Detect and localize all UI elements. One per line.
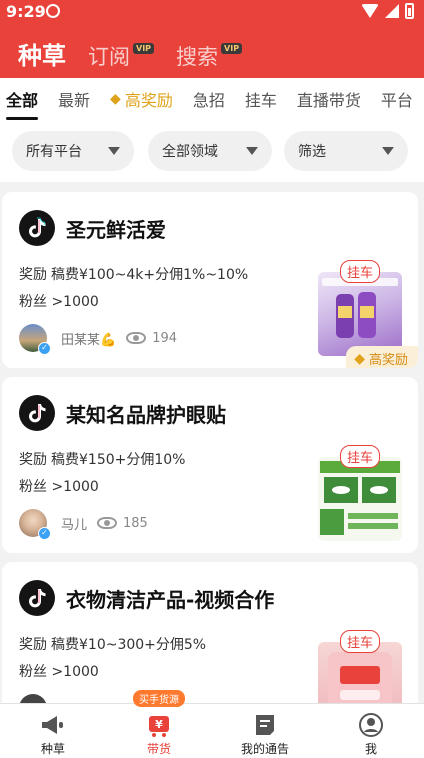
card-title: 圣元鲜活爱 [66,218,166,242]
category-tabs: 全部 最新 ◆ 高奖励 急招 挂车 直播带货 平台 [0,78,424,120]
document-icon [251,712,279,738]
fans-requirement: 粉丝 >1000 [19,294,99,310]
megaphone-icon [39,712,67,738]
reward-label: 奖励 [19,637,47,653]
bottom-nav: 种草 买手货源 ¥ 带货 我的通告 我 [0,690,424,758]
nav-daihuo[interactable]: 买手货源 ¥ 带货 [106,690,212,758]
filter-label: 全部领域 [162,144,218,160]
cart-tag: 挂车 [339,260,380,283]
user-icon [357,712,385,738]
diamond-icon: ◆ [354,350,365,367]
tiktok-logo-icon [19,580,55,616]
nav-me[interactable]: 我 [318,704,424,758]
status-bar: 9:29 [0,0,424,24]
category-tab-all[interactable]: 全部 [0,87,48,120]
wifi-icon [361,4,379,18]
reward-label: 奖励 [19,267,47,283]
tiktok-logo-icon [19,210,55,246]
more-filter[interactable]: 筛选 [284,131,408,171]
header-tab-label: 搜索 [176,45,219,69]
publisher-row: ✓ 马儿 185 [19,509,148,540]
category-tab-platform[interactable]: 平台 [371,87,423,111]
product-image [318,457,402,541]
nav-label: 我 [364,742,377,756]
nav-label: 种草 [40,742,65,756]
category-tab-label: 高奖励 [124,91,173,110]
signal-icon [385,4,399,18]
filter-bar: 所有平台 全部领域 筛选 [0,120,424,182]
cart-yuan-icon: ¥ [145,712,173,738]
cart-tag: 挂车 [339,445,380,468]
publisher-name: 马儿 [61,517,88,533]
product-image [318,272,402,356]
header-tab-label: 种草 [18,42,66,70]
fans-requirement: 粉丝 >1000 [19,664,99,680]
header-tab-zhongcao[interactable]: 种草 [18,36,66,71]
app-header: 9:29 种草 订阅 VIP 搜索 VIP [0,0,424,78]
high-reward-tag: ◆ 高奖励 [346,346,418,368]
task-card[interactable]: 衣物清洁产品-视频合作 奖励 稿费¥10~300+分佣5% 粉丝 >1000 挂车 [2,562,418,712]
status-icons [361,3,414,19]
clock-icon [46,4,60,18]
vip-badge: VIP [221,43,243,54]
avatar: ✓ [19,509,51,540]
filter-label: 筛选 [298,144,326,160]
diamond-icon: ◆ [110,91,121,107]
publisher-row: ✓ 田某某💪 194 [19,324,178,355]
avatar: ✓ [19,324,51,355]
card-title: 某知名品牌护眼贴 [66,403,226,427]
vip-badge: VIP [133,43,155,54]
category-tab-live[interactable]: 直播带货 [287,87,371,111]
tiktok-logo-icon [19,395,55,431]
high-reward-label: 高奖励 [368,353,408,368]
view-count: 194 [152,330,178,346]
caret-down-icon [382,147,394,155]
reward-line: 奖励 稿费¥10~300+分佣5% [19,634,206,654]
task-card[interactable]: 某知名品牌护眼贴 奖励 稿费¥150+分佣10% 粉丝 >1000 ✓ 马儿 18… [2,377,418,553]
status-time: 9:29 [6,2,46,21]
platform-filter[interactable]: 所有平台 [12,131,134,171]
category-tab-urgent[interactable]: 急招 [183,87,235,111]
verified-icon: ✓ [38,527,51,540]
reward-line: 奖励 稿费¥150+分佣10% [19,449,185,469]
battery-icon [405,3,414,19]
eye-icon [126,332,147,344]
caret-down-icon [246,147,258,155]
reward-label: 奖励 [19,452,47,468]
header-tab-subscribe[interactable]: 订阅 VIP [88,41,155,71]
category-tab-high-reward[interactable]: ◆ 高奖励 [100,87,183,111]
buyer-supply-badge: 买手货源 [133,690,185,707]
category-tab-latest[interactable]: 最新 [48,87,100,111]
header-tabs: 种草 订阅 VIP 搜索 VIP [18,36,243,71]
nav-label: 带货 [146,742,171,756]
nav-my-notices[interactable]: 我的通告 [212,704,318,758]
reward-line: 奖励 稿费¥100~4k+分佣1%~10% [19,264,248,284]
nav-zhongcao[interactable]: 种草 [0,704,106,758]
publisher-name: 田某某💪 [61,332,117,348]
task-card[interactable]: 圣元鲜活爱 奖励 稿费¥100~4k+分佣1%~10% 粉丝 >1000 ✓ 田某… [2,192,418,368]
fans-requirement: 粉丝 >1000 [19,479,99,495]
header-tab-search[interactable]: 搜索 VIP [176,41,243,71]
nav-label: 我的通告 [240,742,289,756]
header-tab-label: 订阅 [88,45,130,69]
verified-icon: ✓ [38,342,51,355]
reward-value: 稿费¥10~300+分佣5% [51,637,207,653]
filter-label: 所有平台 [26,144,82,160]
cart-tag: 挂车 [339,630,380,653]
card-title: 衣物清洁产品-视频合作 [66,588,275,612]
reward-value: 稿费¥100~4k+分佣1%~10% [51,267,249,283]
category-tab-cart[interactable]: 挂车 [235,87,287,111]
eye-icon [97,517,118,529]
view-count: 185 [123,515,148,531]
cart-yuan-symbol: ¥ [155,718,163,731]
caret-down-icon [108,147,120,155]
domain-filter[interactable]: 全部领域 [148,131,272,171]
reward-value: 稿费¥150+分佣10% [51,452,186,468]
